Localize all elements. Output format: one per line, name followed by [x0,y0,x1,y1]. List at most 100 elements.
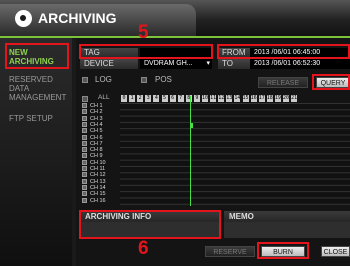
channel-checkbox[interactable] [82,103,87,108]
hour-tick[interactable]: 13 [226,95,232,102]
log-label: LOG [95,75,112,84]
channel-label: CH 4 [90,121,103,128]
device-label: DEVICE [80,59,138,69]
archiving-info-highlight [79,210,221,239]
time-cursor[interactable] [190,96,191,206]
channel-row[interactable]: CH 7 [82,140,103,147]
app-logo-icon [15,10,32,27]
close-button[interactable]: CLOSE [321,246,350,257]
timeline-grid[interactable] [120,103,350,205]
channel-checkbox[interactable] [82,191,87,197]
hour-tick[interactable]: 12 [218,95,224,102]
sidebar-item-ftp-setup[interactable]: FTP SETUP [9,114,53,123]
channel-label: CH 2 [90,109,103,116]
channel-row[interactable]: CH 4 [82,121,103,128]
channel-label: CH 5 [90,128,103,135]
hour-tick[interactable]: 18 [266,95,273,102]
hour-tick[interactable]: 17 [258,95,265,102]
channel-checkbox[interactable] [82,147,87,153]
all-label: ALL [98,94,110,101]
to-datetime-field[interactable]: 2013 /06/01 06:52:30 [250,59,350,69]
channel-label: CH 15 [90,191,106,198]
hour-tick[interactable]: 20 [283,95,289,102]
hour-tick[interactable]: 21 [291,95,297,102]
channel-checkbox[interactable] [82,166,87,171]
page-title: ARCHIVING [38,10,117,26]
annotation-number-5: 5 [138,22,149,43]
channel-row[interactable]: CH 11 [82,166,105,172]
annotation-number-6: 6 [138,238,149,259]
device-select[interactable]: DVDRAM GH... ▾ [140,59,212,69]
chevron-down-icon: ▾ [206,60,210,67]
channel-checkbox[interactable] [82,140,87,146]
hour-tick[interactable]: 0 [121,95,127,102]
channel-checkbox[interactable] [82,159,87,165]
tag-highlight [79,44,213,59]
channel-checkbox[interactable] [82,128,87,134]
channel-checkbox[interactable] [82,184,87,190]
channel-checkbox[interactable] [82,178,87,184]
channel-row[interactable]: CH 5 [82,128,103,134]
channel-label: CH 6 [90,134,103,141]
hour-tick[interactable]: 19 [274,95,281,102]
channel-checkbox[interactable] [82,197,87,203]
device-value: DVDRAM GH... [144,60,193,67]
hour-tick[interactable]: 5 [161,95,168,102]
sidebar-item-reserved-data-management[interactable]: RESERVED DATA MANAGEMENT [9,75,66,102]
channel-checkbox[interactable] [82,121,87,127]
channel-checkbox[interactable] [82,109,87,115]
channel-row[interactable]: CH 3 [82,115,103,122]
to-label: TO [218,59,250,69]
channel-row[interactable]: CH 15 [82,191,106,197]
sidebar: NEW ARCHIVING RESERVED DATA MANAGEMENT F… [0,38,72,266]
hour-tick[interactable]: 7 [177,95,184,102]
channel-checkbox[interactable] [82,172,87,178]
reserve-button[interactable]: RESERVE [205,246,255,257]
title-bar: ARCHIVING [0,0,350,36]
release-button[interactable]: RELEASE [258,77,308,88]
channel-label: CH 7 [90,140,103,147]
hour-tick[interactable]: 11 [210,95,216,102]
channel-row[interactable]: CH 12 [82,172,106,178]
channel-row[interactable]: CH 16 [82,197,106,204]
channel-checkbox[interactable] [82,115,87,121]
channel-label: CH 8 [90,147,103,154]
channel-checkbox[interactable] [82,153,87,159]
hour-tick[interactable]: 14 [234,95,240,102]
channel-row[interactable]: CH 1 [82,103,103,109]
hour-tick[interactable]: 9 [193,95,200,102]
channel-label: CH 1 [90,103,103,109]
hour-tick[interactable]: 3 [145,95,152,102]
from-highlight [217,44,350,59]
channel-label: CH 13 [90,178,106,185]
hour-tick[interactable]: 10 [202,95,208,102]
hour-tick[interactable]: 6 [169,95,176,102]
channel-checkbox[interactable] [82,134,87,140]
new-archiving-highlight [5,43,69,69]
pos-label: POS [155,75,172,84]
channel-label: CH 3 [90,115,103,122]
burn-highlight [257,242,309,259]
channel-row[interactable]: CH 2 [82,109,103,115]
log-checkbox[interactable] [82,77,88,83]
channel-row[interactable]: CH 10 [82,159,106,166]
channel-row[interactable]: CH 6 [82,134,103,141]
channel-row[interactable]: CH 13 [82,178,106,185]
channel-row[interactable]: CH 8 [82,147,103,153]
hour-tick[interactable]: 16 [250,95,257,102]
hour-tick[interactable]: 2 [137,95,144,102]
all-checkbox[interactable] [82,96,88,102]
pos-checkbox[interactable] [141,77,147,83]
channel-label: CH 16 [90,197,106,204]
channel-row[interactable]: CH 14 [82,184,106,191]
hour-tick[interactable]: 1 [129,95,136,102]
channel-label: CH 10 [90,159,106,166]
memo-input[interactable] [224,222,350,238]
memo-label: MEMO [224,211,350,222]
hour-tick[interactable]: 15 [242,95,249,102]
channel-label: CH 9 [90,153,103,160]
channel-label: CH 14 [90,184,106,191]
hour-tick[interactable]: 4 [153,95,160,102]
sidebar-item-label: FTP SETUP [9,114,53,123]
channel-row[interactable]: CH 9 [82,153,103,159]
